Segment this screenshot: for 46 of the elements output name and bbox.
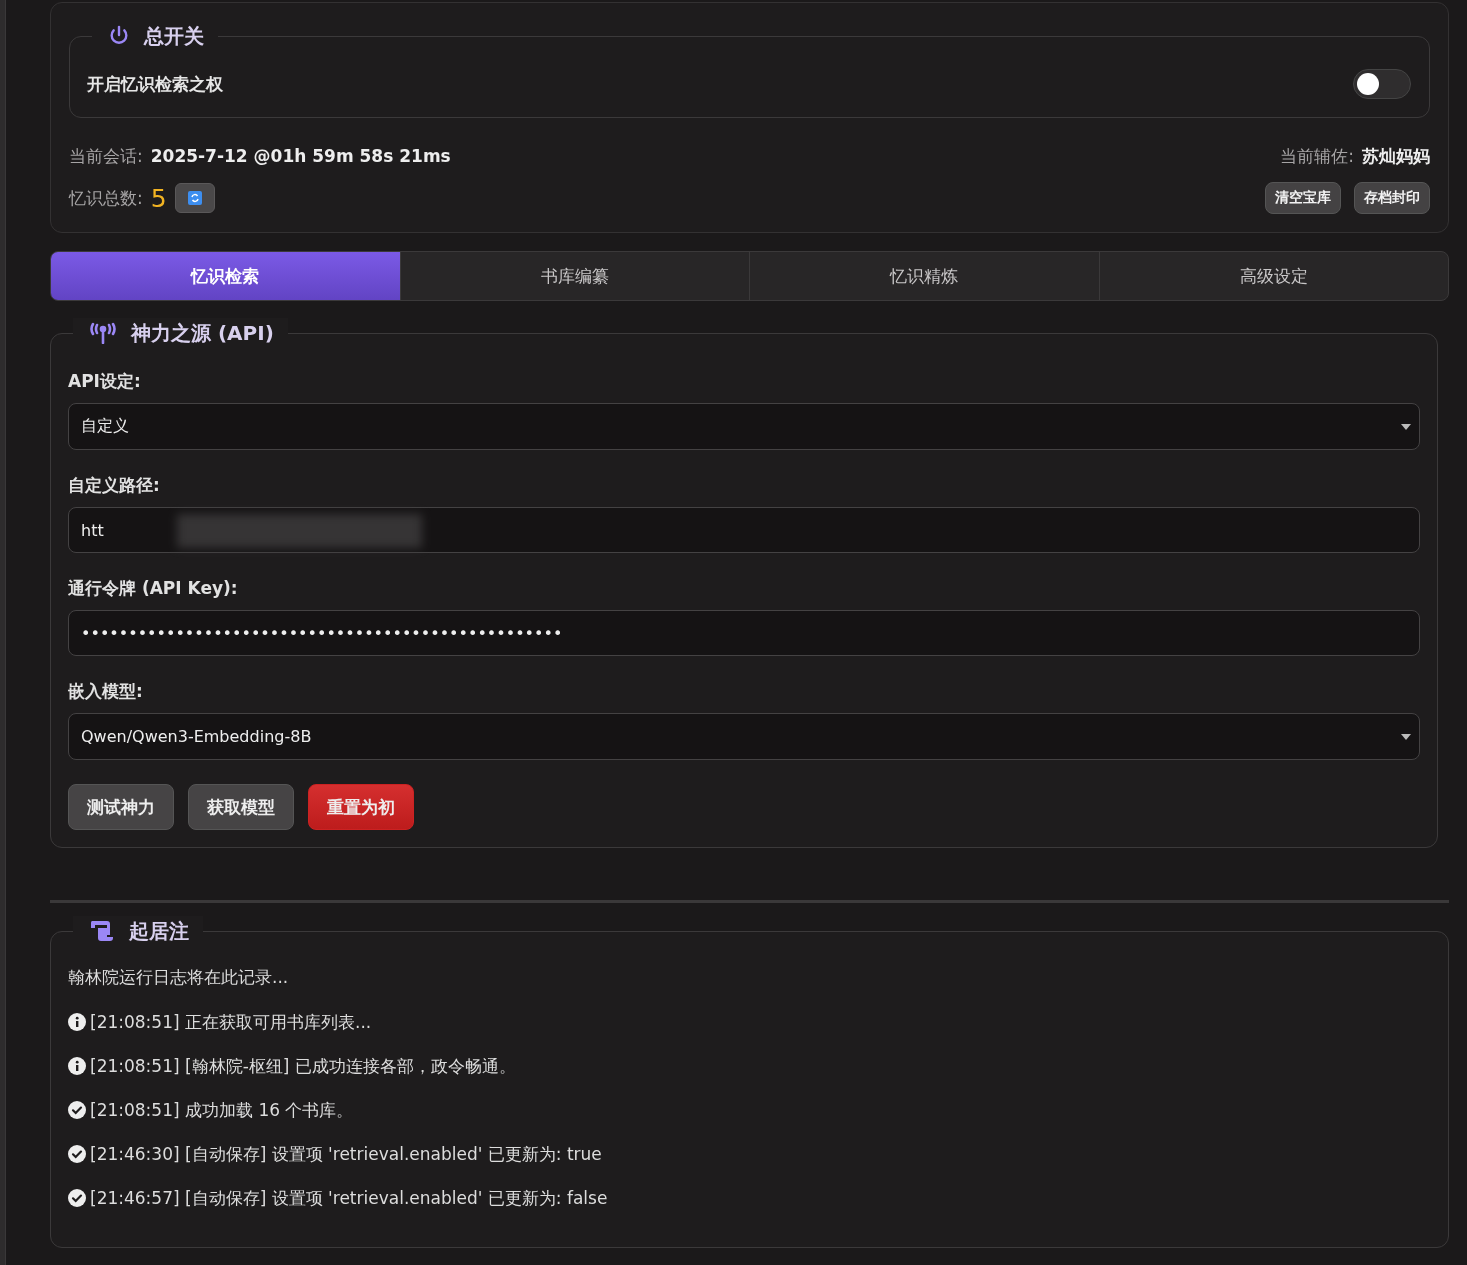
field-label: 通行令牌 (API Key): (68, 577, 239, 600)
toggle-switch[interactable] (1353, 69, 1411, 99)
antenna-icon (89, 322, 117, 344)
assistant-label: 当前辅佐: (1280, 144, 1354, 168)
input-field[interactable]: htt (68, 507, 1420, 553)
log-intro: 翰林院运行日志将在此记录... (68, 966, 290, 989)
log-entry: [21:08:51] [翰林院-枢纽] 已成功连接各部，政令畅通。 (90, 1054, 516, 1078)
check-icon (68, 1101, 86, 1119)
info-icon (68, 1057, 86, 1075)
action-button[interactable]: 清空宝库 (1265, 182, 1341, 214)
count-label: 忆识总数: (69, 186, 143, 210)
tab[interactable]: 忆识检索 (51, 252, 401, 300)
count-value: 5 (150, 183, 167, 213)
session-value: 2025-7-12 @01h 59m 58s 21ms (150, 146, 451, 166)
action-button[interactable]: 存档封印 (1354, 182, 1430, 214)
section-title: 神力之源 (API) (131, 319, 274, 347)
tab[interactable]: 高级设定 (1099, 252, 1448, 300)
field-label: 嵌入模型: (68, 680, 144, 703)
select-field[interactable]: 自定义 (68, 403, 1420, 450)
info-icon (68, 1013, 86, 1031)
tab[interactable]: 书库编纂 (400, 252, 750, 300)
session-label: 当前会话: (69, 144, 143, 168)
field-label: 自定义路径: (68, 474, 161, 497)
check-icon (68, 1145, 86, 1163)
section-title: 起居注 (129, 917, 189, 945)
assistant-value: 苏灿妈妈 (1362, 144, 1430, 168)
log-entry: [21:08:51] 成功加载 16 个书库。 (90, 1098, 354, 1122)
reset-button[interactable]: 重置为初 (308, 784, 414, 830)
refresh-button[interactable] (174, 183, 215, 213)
action-button[interactable]: 测试神力 (68, 784, 174, 830)
section-title: 总开关 (144, 22, 204, 50)
log-entry: [21:46:57] [自动保存] 设置项 'retrieval.enabled' 已更新为: false (90, 1186, 608, 1210)
power-icon (108, 25, 130, 47)
refresh-icon (187, 191, 202, 205)
action-button[interactable]: 获取模型 (188, 784, 294, 830)
caret-icon (1401, 734, 1411, 740)
check-icon (68, 1189, 86, 1207)
toggle-label: 开启忆识检索之权 (87, 72, 223, 96)
log-entry: [21:46:30] [自动保存] 设置项 'retrieval.enabled' 已更新为: true (90, 1142, 602, 1166)
log-entry: [21:08:51] 正在获取可用书库列表... (90, 1010, 372, 1034)
input-field[interactable]: ••••••••••••••••••••••••••••••••••••••••••••••••••• (68, 610, 1420, 656)
scroll-icon (89, 920, 115, 942)
caret-icon (1401, 424, 1411, 430)
select-field[interactable]: Qwen/Qwen3-Embedding-8B (68, 713, 1420, 760)
tab[interactable]: 忆识精炼 (750, 252, 1100, 300)
field-label: API设定: (68, 370, 142, 393)
